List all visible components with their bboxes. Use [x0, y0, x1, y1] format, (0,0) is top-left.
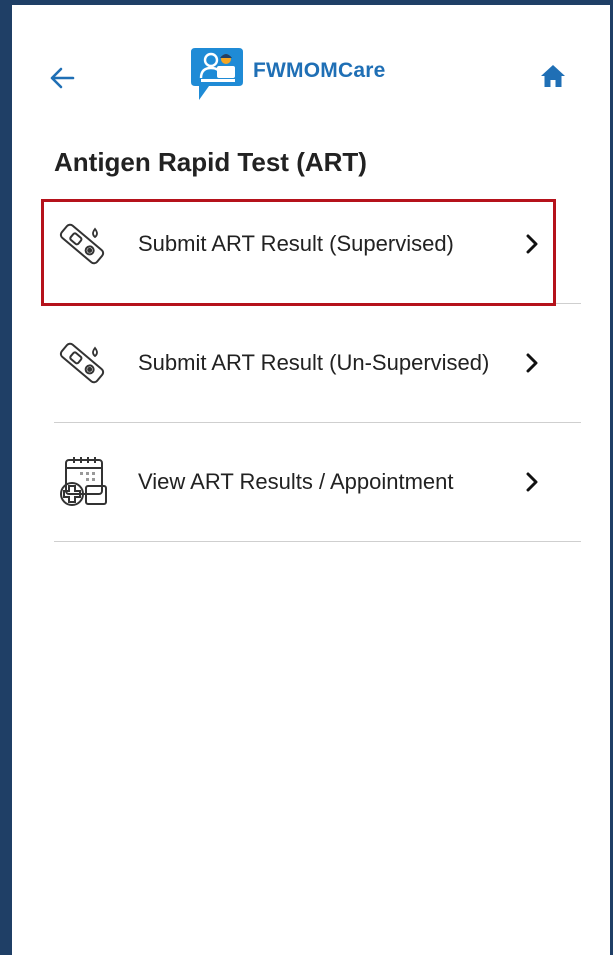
test-kit-icon: [54, 335, 110, 391]
test-kit-icon: [54, 216, 110, 272]
app-name: FWMOMCare: [253, 59, 386, 82]
chevron-right-icon: [521, 352, 543, 374]
menu-item-view-results[interactable]: View ART Results / Appointment: [54, 423, 581, 542]
menu-item-submit-supervised[interactable]: Submit ART Result (Supervised): [54, 185, 581, 304]
fwmomcare-logo: [191, 48, 243, 100]
chevron-right-icon: [521, 233, 543, 255]
home-icon: [541, 65, 565, 87]
menu-item-label: Submit ART Result (Un-Supervised): [138, 350, 490, 375]
menu-item-label: Submit ART Result (Supervised): [138, 231, 454, 256]
menu-item-label: View ART Results / Appointment: [138, 469, 454, 494]
page-title: Antigen Rapid Test (ART): [54, 147, 367, 177]
app-brand: FWMOMCare: [189, 44, 385, 104]
home-button[interactable]: [533, 56, 573, 96]
chevron-right-icon: [521, 471, 543, 493]
menu-item-submit-unsupervised[interactable]: Submit ART Result (Un-Supervised): [54, 304, 581, 423]
back-button[interactable]: [42, 58, 82, 98]
calendar-medical-icon: [54, 454, 110, 510]
menu-list: Submit ART Result (Supervised) Submit AR…: [54, 185, 581, 542]
arrow-left-icon: [50, 67, 75, 89]
